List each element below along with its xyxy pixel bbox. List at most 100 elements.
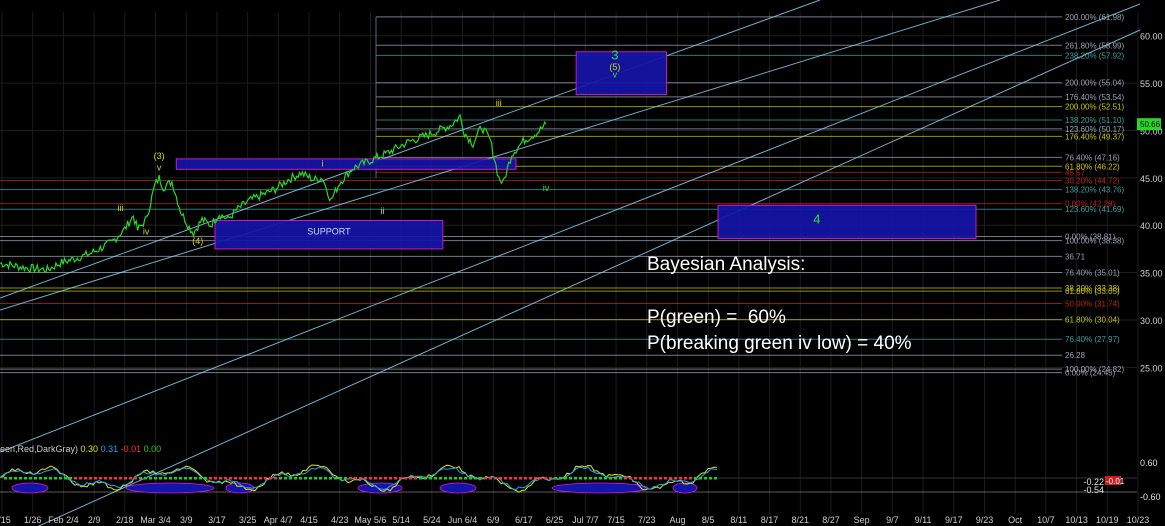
indicator-histogram-bar: [329, 477, 332, 480]
indicator-histogram-bar: [654, 477, 657, 480]
indicator-histogram-bar: [354, 477, 357, 480]
indicator-histogram-bar: [174, 477, 177, 480]
indicator-histogram-bar: [294, 477, 297, 480]
x-tick-label: Feb 2/4: [48, 515, 79, 525]
indicator-histogram-bar: [49, 477, 52, 480]
indicator-histogram-bar: [714, 477, 717, 480]
indicator-histogram-bar: [224, 477, 227, 480]
bayesian-line-1: P(green) = 60%: [647, 307, 786, 328]
indicator-value-1: 0.30: [80, 444, 99, 454]
indicator-histogram-bar: [629, 477, 632, 480]
wave-label: iii: [117, 203, 123, 213]
indicator-histogram-bar: [154, 477, 157, 480]
support-label: SUPPORT: [307, 226, 351, 236]
x-tick-label: May 5/6: [354, 515, 386, 525]
indicator-histogram-bar: [169, 477, 172, 480]
indicator-histogram-bar: [709, 477, 712, 480]
wave-4-box: [717, 204, 977, 239]
fib-level-label: 200.00% (61.98): [1065, 13, 1124, 22]
indicator-legend: een,Red,DarkGray) 0.30 0.31 -0.01 0.00: [0, 444, 161, 454]
indicator-histogram-bar: [564, 477, 567, 480]
wave-5-box: [575, 51, 667, 95]
bayesian-line-2: P(breaking green iv low) = 40%: [647, 333, 912, 354]
fib-level-label: 138.20% (51.10): [1065, 116, 1124, 125]
fib-level-label: 123.60% (41.69): [1065, 205, 1124, 214]
indicator-histogram-bar: [19, 477, 22, 480]
indicator-readout-2: -0.54: [1083, 485, 1104, 495]
indicator-histogram-bar: [299, 477, 302, 480]
indicator-histogram-bar: [349, 477, 352, 480]
fib-level-label: 176.40% (49.37): [1065, 132, 1124, 141]
indicator-histogram-bar: [684, 477, 687, 480]
indicator-histogram-bar: [144, 477, 147, 480]
x-tick-label: 10/13: [1065, 515, 1088, 525]
indicator-histogram-bar: [74, 477, 77, 480]
indicator-histogram-bar: [149, 477, 152, 480]
indicator-histogram-bar: [239, 477, 242, 480]
indicator-histogram-bar: [124, 477, 127, 480]
x-tick-label: Jul 7/7: [572, 515, 599, 525]
x-tick-label: 9/23: [976, 515, 994, 525]
price-chart: 200.00% (61.98) 261.80% (58.99)238.20% (5…: [0, 0, 1165, 526]
indicator-value-4: 0.00: [143, 444, 162, 454]
x-tick-label: 7/23: [638, 515, 656, 525]
x-tick-label: 3/9: [180, 515, 193, 525]
last-price-label: 50.66: [1140, 120, 1161, 129]
indicator-histogram-bar: [399, 477, 402, 480]
x-tick-label: Jun 6/4: [448, 515, 478, 525]
x-tick-label: 8/5: [702, 515, 715, 525]
x-tick-label: 9/17: [945, 515, 963, 525]
indicator-histogram-bar: [669, 477, 672, 480]
x-tick-label: Sep: [854, 515, 870, 525]
indicator-histogram-bar: [34, 477, 37, 480]
indicator-histogram-bar: [414, 477, 417, 480]
indicator-histogram-bar: [699, 477, 702, 480]
indicator-histogram-bar: [244, 477, 247, 480]
indicator-histogram-bar: [389, 477, 392, 480]
indicator-histogram-bar: [69, 477, 72, 480]
indicator-histogram-bar: [4, 477, 7, 480]
indicator-histogram-bar: [254, 477, 257, 480]
indicator-histogram-bar: [464, 477, 467, 480]
wave-label: iv: [143, 227, 150, 237]
indicator-histogram-bar: [704, 477, 707, 480]
x-tick-label: 8/17: [761, 515, 779, 525]
indicator-histogram-bar: [689, 477, 692, 480]
indicator-histogram-bar: [319, 477, 322, 480]
x-tick-label: 8/27: [822, 515, 840, 525]
x-tick-label: 3/25: [239, 515, 257, 525]
indicator-histogram-bar: [129, 477, 132, 480]
indicator-histogram-bar: [609, 477, 612, 480]
indicator-histogram-bar: [339, 477, 342, 480]
indicator-histogram-bar: [369, 477, 372, 480]
fib-level-label: 0.00% (24.45): [1065, 369, 1116, 378]
fib-level-label: 200.00% (52.51): [1065, 103, 1124, 112]
indicator-histogram-bar: [529, 477, 532, 480]
fib-level-label: 50.00% (31.74): [1065, 299, 1120, 308]
fib-level-label: 76.40% (47.16): [1065, 153, 1120, 162]
indicator-histogram-bar: [404, 477, 407, 480]
indicator-histogram-bar: [679, 477, 682, 480]
wave-label: iv: [543, 183, 550, 193]
indicator-zone: [11, 482, 49, 494]
indicator-histogram-bar: [24, 477, 27, 480]
x-tick-label: 4/15: [300, 515, 318, 525]
wave-label: iii: [496, 98, 502, 108]
x-tick-label: 2/9: [88, 515, 101, 525]
indicator-histogram-bar: [59, 477, 62, 480]
indicator-histogram-bar: [569, 477, 572, 480]
indicator-zone: [125, 482, 215, 494]
indicator-histogram-bar: [64, 477, 67, 480]
indicator-histogram-bar: [394, 477, 397, 480]
indicator-histogram-bar: [419, 477, 422, 480]
x-tick-label: 8/11: [730, 515, 747, 525]
fib-level-label: 238.20% (57.92): [1065, 51, 1124, 60]
indicator-histogram-bar: [674, 477, 677, 480]
indicator-histogram-bar: [289, 477, 292, 480]
indicator-histogram-bar: [264, 477, 267, 480]
indicator-histogram-bar: [514, 477, 517, 480]
wave-label: v: [157, 162, 162, 172]
indicator-histogram-bar: [644, 477, 647, 480]
fib-level-label: 30.20% (44.72): [1065, 176, 1120, 185]
y-tick-label: 35.00: [1140, 269, 1163, 279]
